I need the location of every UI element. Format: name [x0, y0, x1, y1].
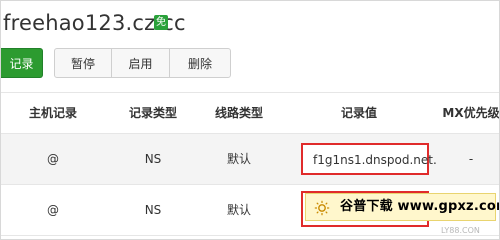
header-record-value[interactable]: 记录值 — [277, 93, 441, 133]
header-line-type[interactable]: 线路类型 — [201, 93, 277, 133]
header-mx-priority[interactable]: MX优先级 — [441, 93, 499, 133]
enable-button[interactable]: 启用 — [111, 48, 170, 78]
table-header: 主机记录 记录类型 线路类型 记录值 MX优先级 — [1, 92, 499, 134]
free-badge: 免 — [154, 15, 168, 30]
pause-button[interactable]: 暂停 — [54, 48, 112, 78]
record-value-highlight[interactable]: f1g1ns1.dnspod.net. — [301, 143, 437, 175]
record-type-cell: NS — [144, 152, 162, 166]
watermark-banner: 谷普下载 www.gpxz.com — [305, 193, 499, 221]
record-type-cell: NS — [144, 203, 162, 217]
sun-icon — [314, 200, 330, 216]
add-record-button[interactable]: 记录 — [1, 48, 43, 78]
line-type-cell: 默认 — [226, 203, 251, 217]
mx-priority-cell: - — [468, 152, 474, 166]
host-record-cell: @ — [47, 152, 59, 166]
header-host-record[interactable]: 主机记录 — [1, 93, 105, 133]
table-row[interactable]: @ NS 默认 f1g1ns1.dnspod.net. - — [1, 134, 499, 185]
watermark-text: 谷普下载 www.gpxz.com — [340, 199, 500, 214]
line-type-cell: 默认 — [226, 152, 251, 166]
record-value-cell: f1g1ns1.dnspod.net. — [313, 153, 437, 167]
delete-button[interactable]: 删除 — [169, 48, 231, 78]
dns-records-page: freehao123.cz.cc 免 记录 暂停 启用 删除 主机记录 记录类型… — [0, 0, 500, 240]
host-record-cell: @ — [47, 203, 59, 217]
header-record-type[interactable]: 记录类型 — [105, 93, 201, 133]
faint-watermark: LY88.CON — [441, 226, 480, 235]
